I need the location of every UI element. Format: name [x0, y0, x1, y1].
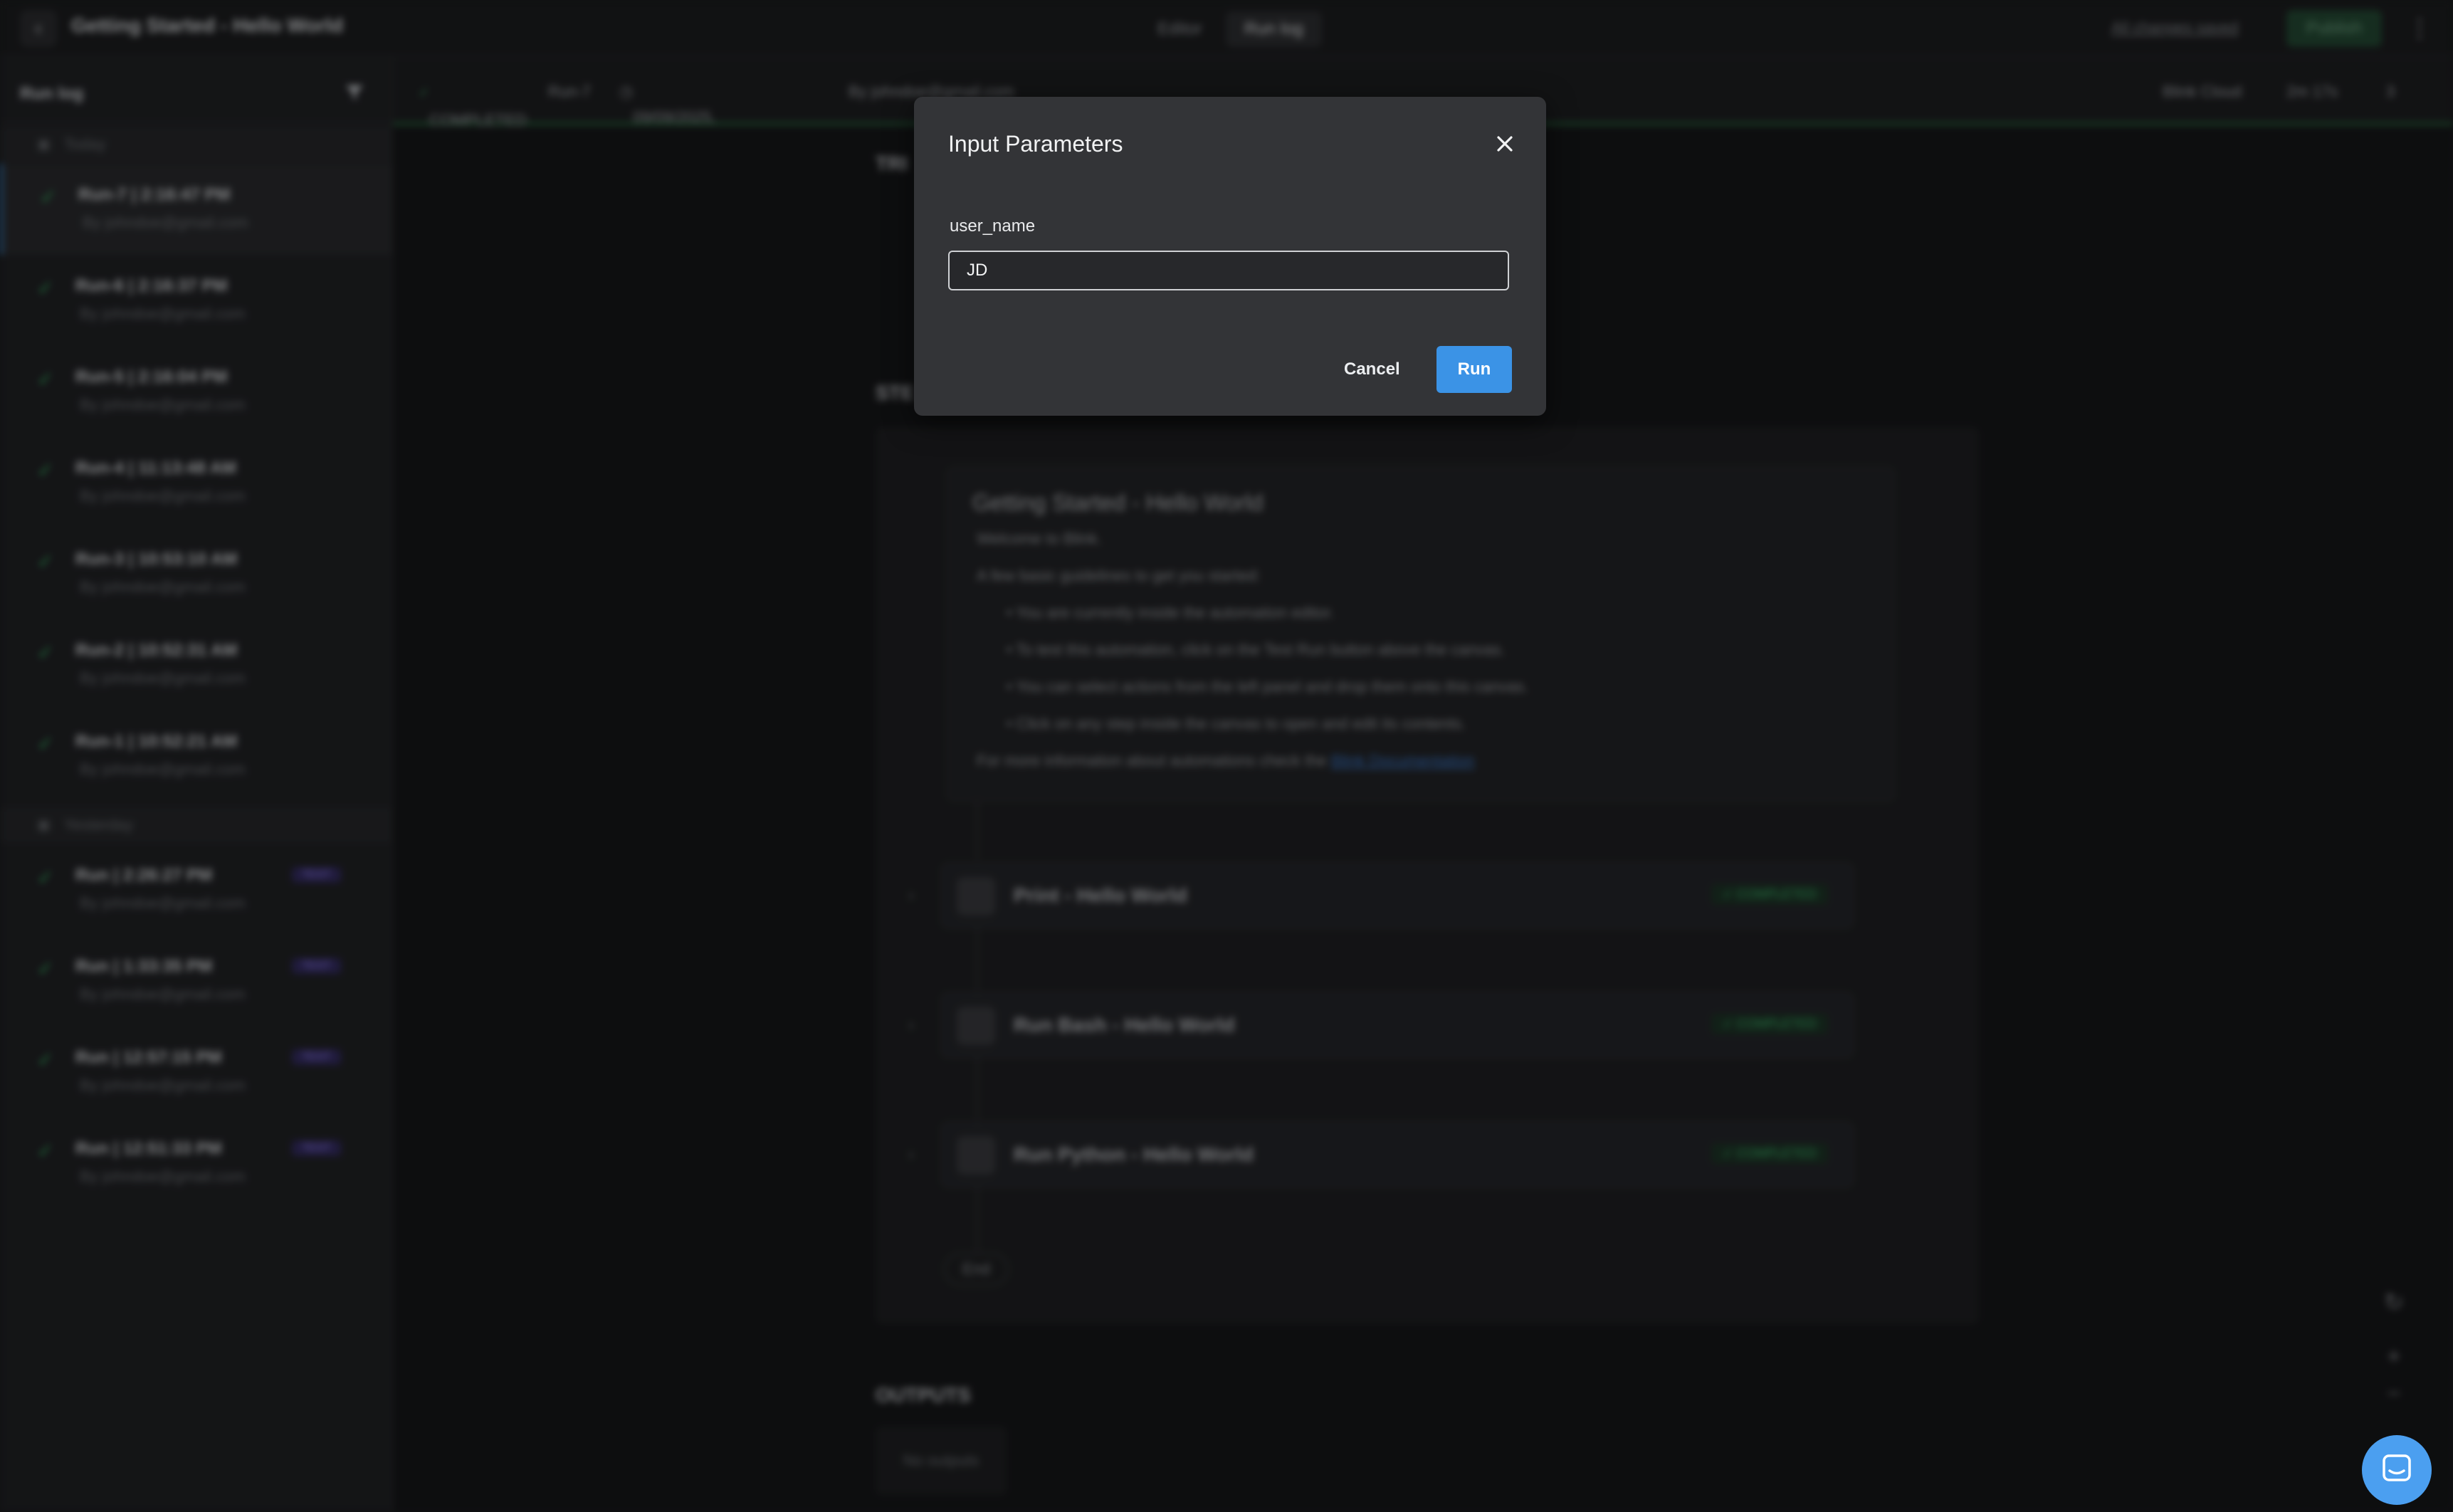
dialog-title: Input Parameters: [948, 131, 1123, 157]
cancel-button[interactable]: Cancel: [1328, 346, 1416, 393]
chat-launcher-button[interactable]: [2362, 1435, 2432, 1505]
chat-icon: [2383, 1454, 2411, 1481]
user-name-label: user_name: [950, 216, 1036, 236]
user-name-input[interactable]: [948, 251, 1509, 290]
run-button[interactable]: Run: [1436, 346, 1512, 393]
close-icon[interactable]: [1489, 128, 1520, 159]
